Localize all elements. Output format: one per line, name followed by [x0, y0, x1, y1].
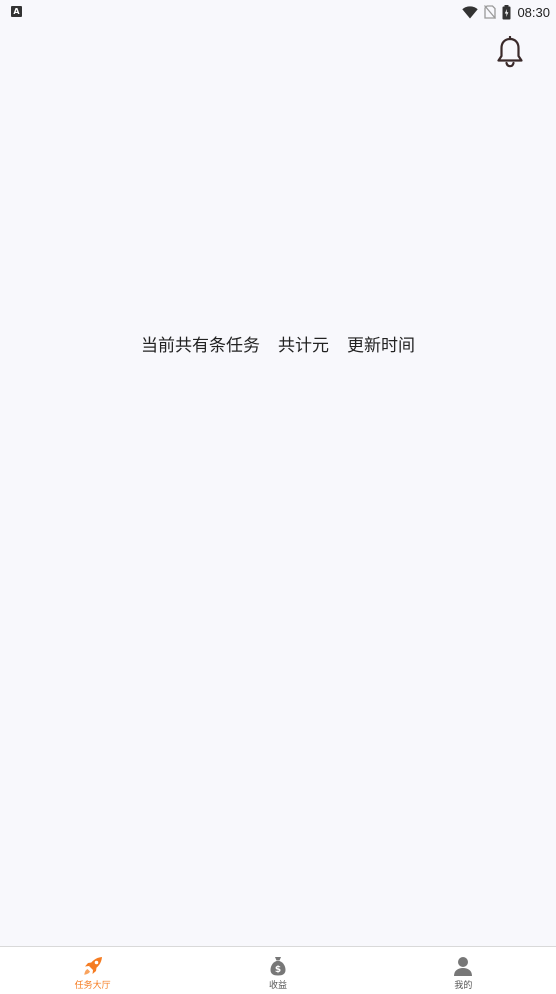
task-summary: 当前共有条任务 共计元 更新时间 — [0, 331, 556, 356]
app-notification-icon: A — [11, 6, 22, 17]
money-bag-icon: $ — [267, 955, 289, 977]
task-count-text: 当前共有条任务 — [141, 336, 260, 356]
rocket-icon — [82, 955, 104, 977]
nav-item-profile[interactable]: 我的 — [371, 947, 556, 994]
bell-icon — [497, 36, 523, 68]
status-bar: A 08:30 — [0, 0, 556, 24]
nav-item-task-hall[interactable]: 任务大厅 — [0, 947, 185, 994]
notification-button[interactable] — [492, 34, 528, 70]
wifi-icon — [462, 5, 479, 19]
update-time-text: 更新时间 — [347, 336, 415, 356]
bottom-nav: 任务大厅 $ 收益 我的 — [0, 946, 556, 994]
total-amount-text: 共计元 — [278, 336, 329, 356]
battery-icon — [502, 4, 511, 19]
status-icons: 08:30 — [462, 3, 550, 21]
clock: 08:30 — [517, 4, 550, 20]
svg-text:$: $ — [275, 965, 281, 975]
no-sim-icon — [484, 5, 497, 19]
nav-label: 任务大厅 — [74, 981, 111, 991]
nav-label: 我的 — [454, 981, 473, 991]
nav-item-earnings[interactable]: $ 收益 — [185, 947, 370, 994]
nav-label: 收益 — [268, 981, 287, 991]
user-icon — [452, 955, 474, 977]
